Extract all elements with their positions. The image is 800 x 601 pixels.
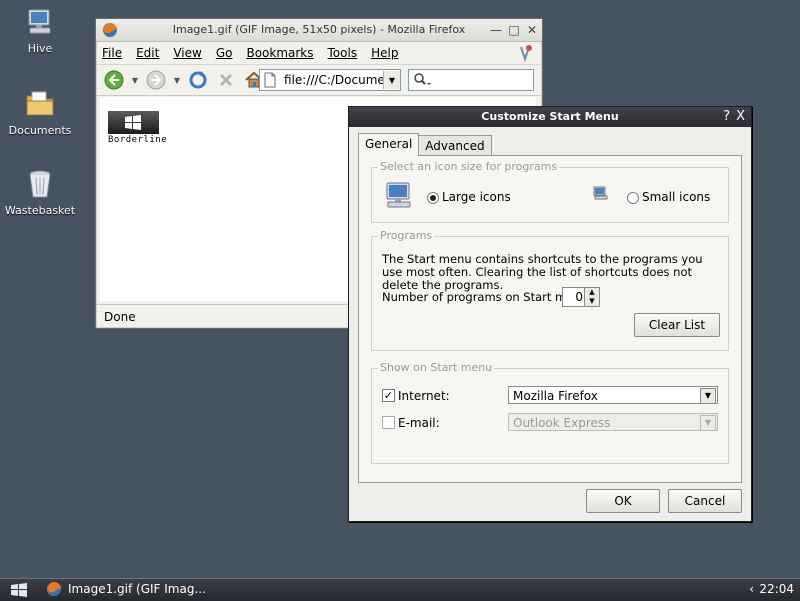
programs-legend: Programs [378, 229, 435, 242]
address-input[interactable]: file:///C:/Documents [284, 73, 383, 87]
chevron-down-icon[interactable]: ▼ [700, 415, 716, 431]
throbber-icon [516, 44, 534, 63]
reload-icon [189, 71, 207, 89]
dialog-title: Customize Start Menu [481, 110, 619, 123]
desktop-icon-hive[interactable]: Hive [0, 6, 80, 55]
program-count-label: Number of programs on Start menu: [382, 290, 592, 304]
general-tab-panel: Select an icon size for programs Large i… [358, 155, 742, 483]
stop-button[interactable] [214, 68, 238, 92]
internet-label[interactable]: Internet: [398, 389, 450, 403]
programs-description: The Start menu contains shortcuts to the… [382, 252, 703, 292]
show-legend: Show on Start menu [378, 361, 495, 374]
internet-checkbox[interactable]: ✓ [382, 389, 395, 402]
address-bar[interactable]: file:///C:/Documents ▼ [259, 69, 401, 91]
small-icons-radio[interactable] [627, 192, 639, 204]
clear-list-button[interactable]: Clear List [634, 313, 720, 337]
window-title: Image1.gif (GIF Image, 51x50 pixels) - M… [172, 23, 466, 36]
folder-icon [24, 88, 56, 120]
start-menu-icon[interactable] [10, 582, 28, 598]
firefox-icon [102, 22, 118, 38]
menu-view[interactable]: View [173, 46, 201, 60]
email-checkbox[interactable] [382, 416, 395, 429]
taskbar: Image1.gif (GIF Imag... ‹ 22:04 [0, 578, 800, 601]
page-icon [264, 72, 278, 88]
email-client-value: Outlook Express [513, 416, 611, 430]
computer-icon [24, 6, 56, 38]
gif-image: Borderline [108, 111, 168, 161]
reload-button[interactable] [186, 68, 210, 92]
menu-bar: File Edit View Go Bookmarks Tools Help [96, 42, 542, 65]
desktop-icon-wastebasket[interactable]: Wastebasket [0, 168, 80, 217]
taskbar-item-firefox[interactable]: Image1.gif (GIF Imag... [46, 581, 206, 597]
icon-size-group: Select an icon size for programs Large i… [371, 160, 729, 223]
back-button[interactable] [102, 68, 126, 92]
menu-bookmarks[interactable]: Bookmarks [246, 46, 313, 60]
email-label[interactable]: E-mail: [398, 416, 440, 430]
spinner-arrows-icon[interactable]: ▲ ▼ [584, 288, 599, 306]
trash-icon [24, 168, 56, 200]
navigation-toolbar: ▼ ▼ file:///C:/Docume ▼ [96, 65, 542, 96]
help-icon[interactable]: ? [723, 107, 730, 127]
address-dropdown-icon[interactable]: ▼ [383, 71, 400, 89]
large-icons-icon [384, 181, 416, 212]
small-icons-icon [593, 186, 609, 203]
customize-start-menu-dialog: Customize Start Menu ? X General Advance… [348, 106, 752, 522]
desktop-icon-label: Hive [27, 42, 53, 55]
stop-icon [219, 73, 233, 87]
large-icons-radio[interactable] [427, 192, 439, 204]
tab-strip: General Advanced [358, 133, 492, 156]
tab-advanced[interactable]: Advanced [418, 135, 492, 156]
menu-go[interactable]: Go [216, 46, 233, 60]
clock: 22:04 [759, 582, 794, 596]
search-box[interactable] [408, 69, 534, 91]
forward-history-dropdown[interactable]: ▼ [172, 76, 182, 85]
tab-general[interactable]: General [358, 133, 420, 156]
email-client-select[interactable]: Outlook Express ▼ [508, 413, 718, 431]
tray-expand-icon[interactable]: ‹ [749, 582, 754, 596]
desktop-icon-label: Wastebasket [4, 204, 76, 217]
firefox-titlebar[interactable]: Image1.gif (GIF Image, 51x50 pixels) - M… [96, 19, 542, 42]
close-icon[interactable]: X [736, 107, 745, 127]
small-icons-label[interactable]: Small icons [642, 190, 710, 204]
desktop-icon-label: Documents [8, 124, 72, 137]
ok-button[interactable]: OK [586, 489, 660, 513]
cancel-button[interactable]: Cancel [668, 489, 742, 513]
show-on-start-menu-group: Show on Start menu ✓ Internet: Mozilla F… [371, 361, 729, 464]
forward-button[interactable] [144, 68, 168, 92]
menu-help[interactable]: Help [371, 46, 398, 60]
internet-browser-select[interactable]: Mozilla Firefox ▼ [508, 386, 718, 404]
large-icons-label[interactable]: Large icons [442, 190, 511, 204]
programs-group: Programs The Start menu contains shortcu… [371, 229, 729, 351]
maximize-icon[interactable]: □ [508, 19, 520, 41]
internet-browser-value: Mozilla Firefox [513, 389, 598, 403]
program-count-spinner[interactable]: 0 ▲ ▼ [562, 287, 600, 307]
status-text: Done [104, 310, 136, 324]
image-caption: Borderline [108, 135, 168, 145]
menu-file[interactable]: File [102, 46, 122, 60]
minimize-icon[interactable]: — [490, 19, 502, 41]
back-history-dropdown[interactable]: ▼ [130, 76, 140, 85]
menu-tools[interactable]: Tools [328, 46, 358, 60]
chevron-down-icon[interactable]: ▼ [700, 388, 716, 404]
forward-arrow-icon [146, 70, 166, 90]
program-count-value[interactable]: 0 [575, 288, 583, 306]
menu-edit[interactable]: Edit [136, 46, 159, 60]
back-arrow-icon [104, 70, 124, 90]
close-icon[interactable]: ✕ [526, 19, 538, 41]
taskbar-item-label: Image1.gif (GIF Imag... [68, 582, 206, 596]
search-icon [414, 73, 431, 85]
icon-size-legend: Select an icon size for programs [378, 160, 560, 173]
desktop-icon-documents[interactable]: Documents [0, 88, 80, 137]
dialog-titlebar[interactable]: Customize Start Menu ? X [349, 107, 751, 127]
firefox-icon [47, 582, 61, 596]
